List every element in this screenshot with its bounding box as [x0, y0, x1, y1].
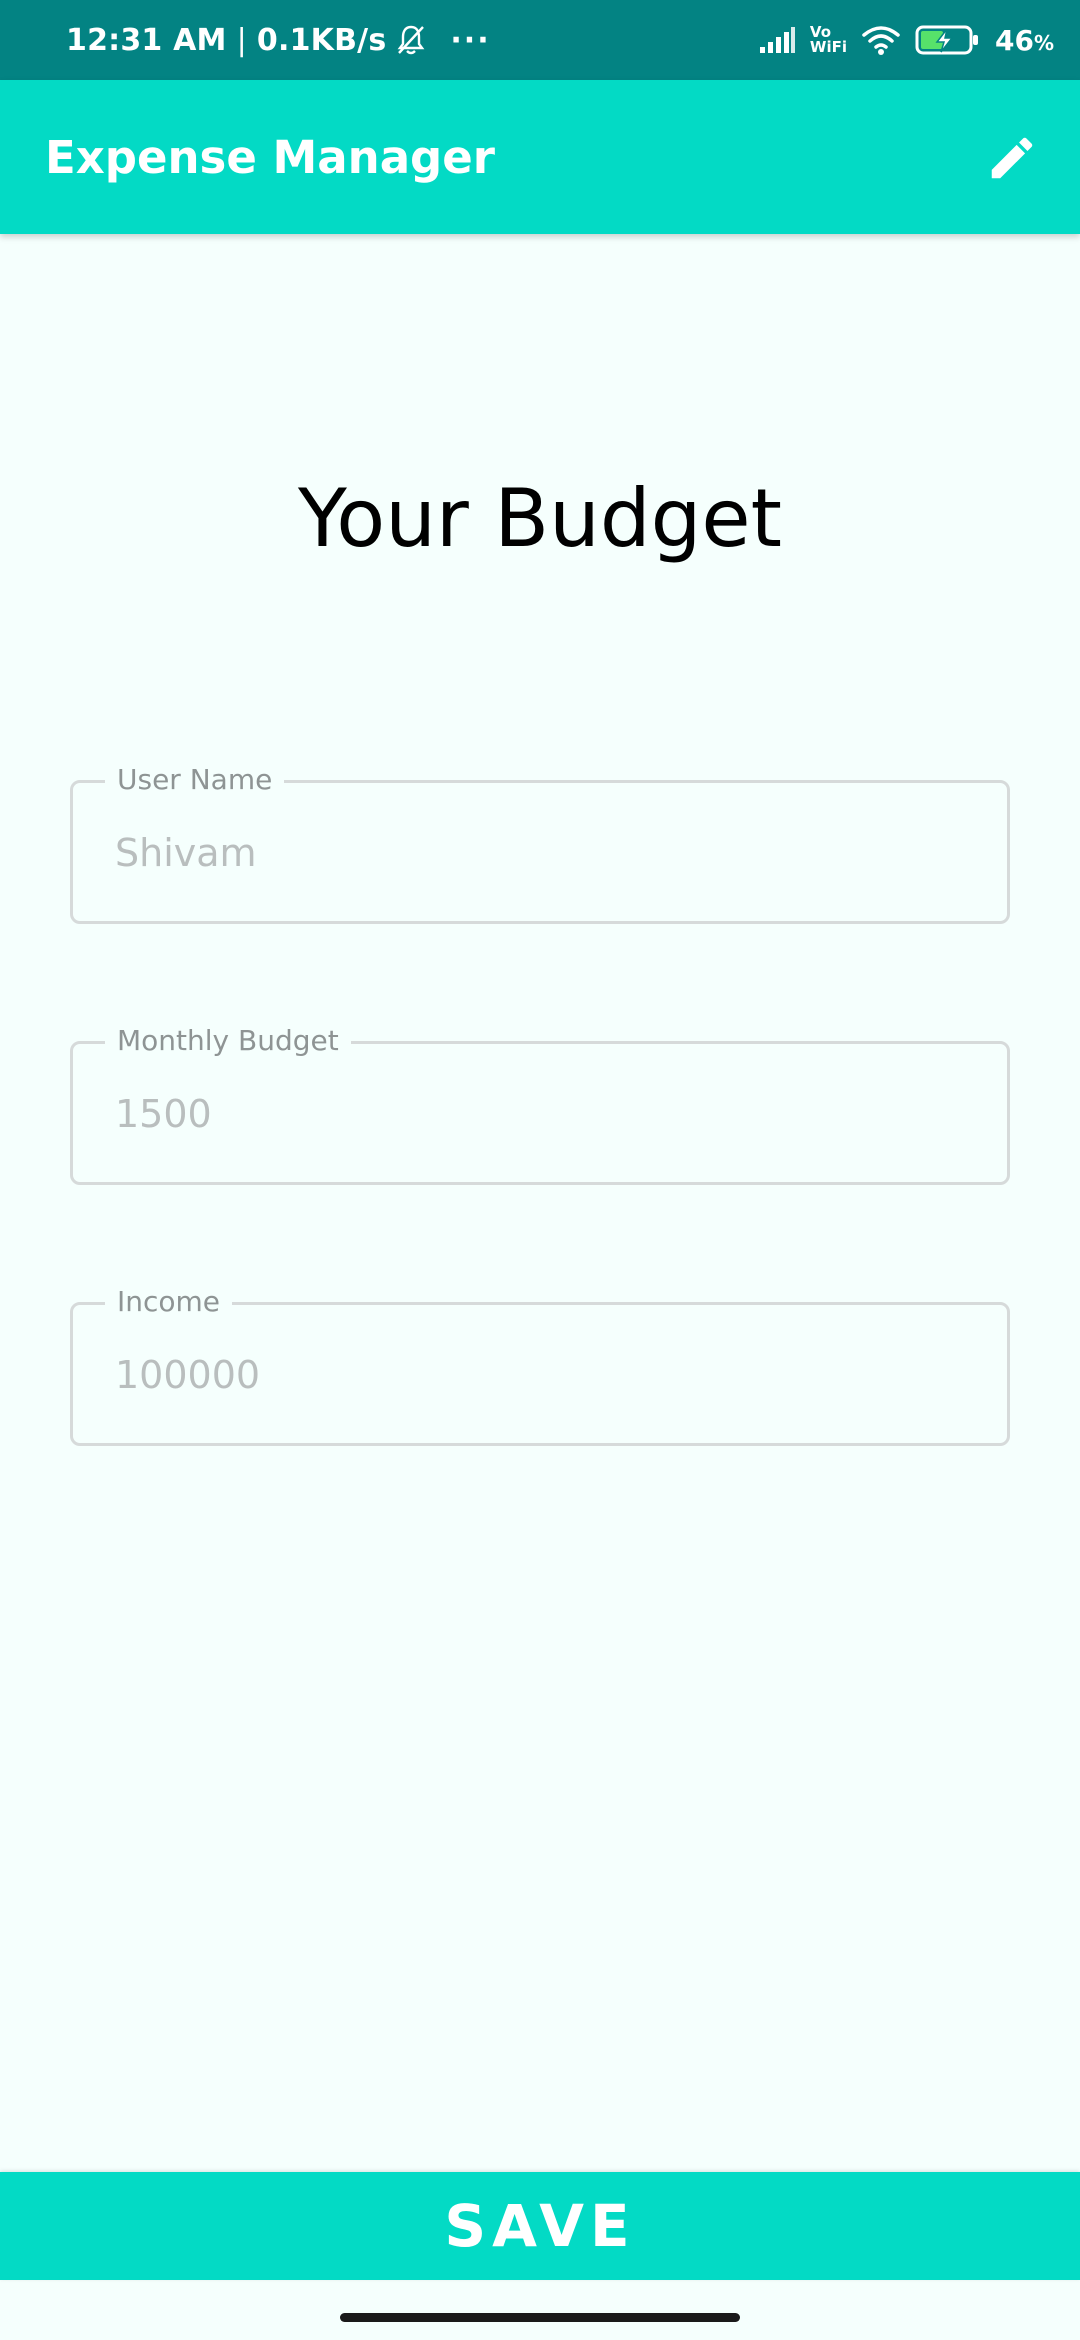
income-input[interactable] — [115, 1347, 965, 1403]
battery-level: 46% — [995, 24, 1054, 57]
user-name-field: User Name — [70, 762, 1010, 924]
battery-percent-sign: % — [1033, 30, 1054, 55]
more-notifications-icon: ··· — [450, 22, 491, 58]
save-button[interactable]: SAVE — [0, 2172, 1080, 2280]
user-name-label: User Name — [105, 762, 285, 798]
monthly-budget-label: Monthly Budget — [105, 1023, 351, 1059]
app-title: Expense Manager — [45, 130, 495, 184]
battery-percent: 46 — [994, 23, 1034, 57]
status-right: Vo WiFi 46% — [758, 0, 1054, 80]
edit-icon — [985, 131, 1039, 185]
monthly-budget-input[interactable] — [115, 1086, 965, 1142]
page-heading: Your Budget — [298, 472, 782, 565]
battery-charging-icon — [915, 24, 981, 56]
vowifi-bottom: WiFi — [809, 38, 847, 56]
app-bar: Expense Manager — [0, 80, 1080, 234]
monthly-budget-field: Monthly Budget — [70, 1023, 1010, 1185]
signal-icon — [758, 27, 796, 53]
bell-off-icon — [396, 24, 426, 56]
edit-button[interactable] — [980, 126, 1044, 190]
status-time: 12:31 AM — [66, 22, 227, 58]
home-indicator[interactable] — [340, 2313, 740, 2322]
status-separator: | — [236, 22, 247, 58]
vowifi-indicator: Vo WiFi — [810, 25, 847, 55]
income-field: Income — [70, 1284, 1010, 1446]
wifi-icon — [861, 24, 901, 56]
income-label: Income — [105, 1284, 233, 1320]
status-bar: 12:31 AM | 0.1KB/s ··· Vo WiFi 46% — [0, 0, 1080, 80]
status-left: 12:31 AM | 0.1KB/s ··· — [66, 0, 491, 80]
status-net-speed: 0.1KB/s — [256, 22, 387, 58]
user-name-input[interactable] — [115, 825, 965, 881]
